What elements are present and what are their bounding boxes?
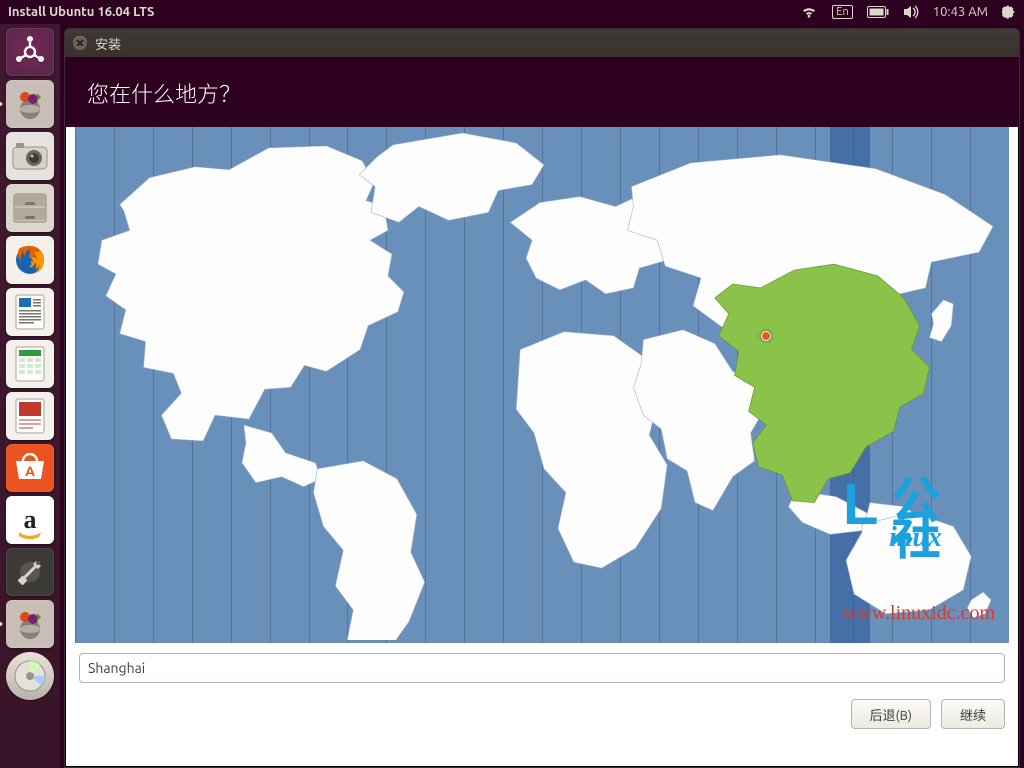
- indicator-area: En 10:43 AM: [800, 5, 1016, 19]
- svg-text:A: A: [25, 463, 35, 479]
- window-title: 安装: [95, 34, 121, 53]
- launcher-dash[interactable]: [6, 28, 54, 76]
- session-gear-icon[interactable]: [1002, 5, 1016, 19]
- window-titlebar[interactable]: 安装: [65, 29, 1019, 57]
- launcher-firefox[interactable]: [6, 236, 54, 284]
- launcher-libreoffice-calc[interactable]: [6, 340, 54, 388]
- unity-top-bar: Install Ubuntu 16.04 LTS En 10:43 AM: [0, 0, 1024, 24]
- launcher-system-settings[interactable]: [6, 548, 54, 596]
- launcher-install-ubuntu-2[interactable]: [6, 600, 54, 648]
- launcher-live-media[interactable]: [6, 652, 54, 700]
- unity-launcher: A a: [0, 24, 60, 768]
- launcher-amazon[interactable]: a: [6, 496, 54, 544]
- timezone-map[interactable]: L公社inux www.linuxidc.com: [75, 127, 1009, 643]
- launcher-camera[interactable]: [6, 132, 54, 180]
- network-wifi-icon[interactable]: [800, 5, 818, 19]
- launcher-libreoffice-impress[interactable]: [6, 392, 54, 440]
- world-landmass: [75, 127, 1009, 640]
- window-close-icon[interactable]: [73, 36, 87, 50]
- launcher-ubuntu-software[interactable]: A: [6, 444, 54, 492]
- volume-icon[interactable]: [903, 5, 919, 19]
- launcher-install-ubuntu[interactable]: [6, 80, 54, 128]
- battery-icon[interactable]: [867, 6, 889, 18]
- clock[interactable]: 10:43 AM: [933, 5, 988, 19]
- location-pin-icon: [761, 331, 771, 341]
- keyboard-indicator[interactable]: En: [832, 5, 852, 19]
- page-heading: 您在什么地方？: [65, 57, 1019, 127]
- timezone-input[interactable]: [79, 653, 1005, 683]
- launcher-files[interactable]: [6, 184, 54, 232]
- ubiquity-installer-window: 安装 您在什么地方？: [64, 28, 1020, 768]
- launcher-libreoffice-writer[interactable]: [6, 288, 54, 336]
- active-window-title: Install Ubuntu 16.04 LTS: [8, 5, 800, 19]
- continue-button[interactable]: 继续: [941, 699, 1005, 729]
- back-button[interactable]: 后退(B): [851, 699, 931, 729]
